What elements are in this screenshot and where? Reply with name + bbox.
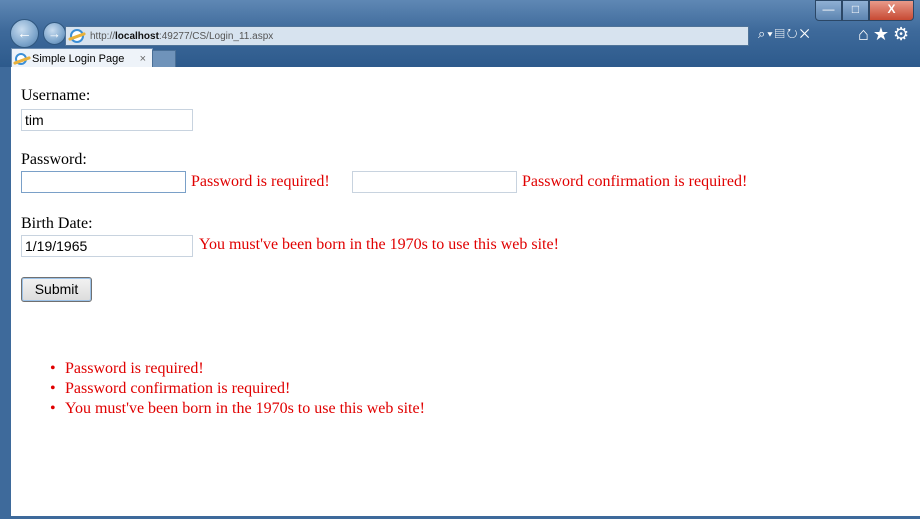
tools-icon[interactable]: ⚙	[893, 24, 913, 44]
validation-summary: Password is required! Password confirmat…	[31, 359, 425, 419]
confirm-password-error: Password confirmation is required!	[522, 173, 748, 190]
birth-date-error: You must've been born in the 1970s to us…	[199, 236, 559, 253]
address-tools: ⌕▾▤↻✕	[758, 26, 812, 42]
stop-icon[interactable]: ✕	[800, 26, 812, 41]
summary-item: Password is required!	[50, 359, 425, 379]
username-label: Username:	[21, 87, 91, 104]
close-window-button[interactable]: X	[869, 0, 914, 21]
refresh-icon[interactable]: ↻	[787, 26, 800, 41]
submit-button[interactable]: Submit	[21, 277, 92, 302]
birth-date-input[interactable]: 1/19/1965	[21, 235, 193, 257]
home-icon[interactable]: ⌂	[858, 24, 873, 44]
command-icons: ⌂★⚙	[858, 24, 913, 45]
username-input[interactable]: tim	[21, 109, 193, 131]
dropdown-icon[interactable]: ▾	[767, 26, 774, 41]
window-frame-left	[0, 67, 11, 519]
minimize-button[interactable]: —	[815, 0, 842, 21]
url-text: http://localhost:49277/CS/Login_11.aspx	[90, 30, 274, 42]
browser-chrome: ← → http://localhost:49277/CS/Login_11.a…	[0, 0, 920, 69]
forward-icon[interactable]: →	[43, 22, 66, 45]
password-input[interactable]	[21, 171, 186, 193]
summary-item: Password confirmation is required!	[50, 379, 425, 399]
maximize-button[interactable]: □	[842, 0, 869, 21]
password-error: Password is required!	[191, 173, 330, 190]
tab-label: Simple Login Page	[32, 52, 125, 65]
birth-date-label: Birth Date:	[21, 215, 93, 232]
window-controls: — □ X	[815, 0, 914, 21]
address-bar[interactable]: http://localhost:49277/CS/Login_11.aspx	[65, 26, 749, 46]
tab-close-icon[interactable]: ×	[140, 53, 146, 65]
ie-tab-icon	[15, 52, 27, 65]
ie-page-icon	[70, 29, 84, 43]
password-label: Password:	[21, 151, 87, 168]
compatibility-icon[interactable]: ▤	[775, 26, 787, 41]
tab-simple-login-page[interactable]: Simple Login Page ×	[11, 48, 153, 68]
page-content: Username: tim Password: Password is requ…	[11, 67, 920, 516]
confirm-password-input[interactable]	[352, 171, 517, 193]
search-icon[interactable]: ⌕	[758, 26, 767, 41]
back-icon[interactable]: ←	[10, 19, 39, 48]
summary-item: You must've been born in the 1970s to us…	[50, 399, 425, 419]
favorites-icon[interactable]: ★	[873, 24, 893, 44]
